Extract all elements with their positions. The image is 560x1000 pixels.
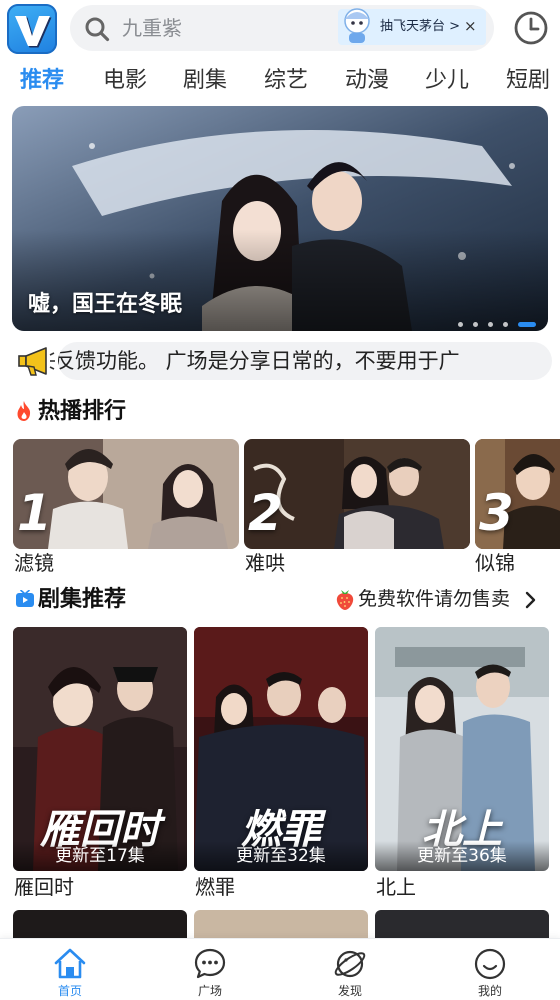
drama-section-title: 剧集推荐 xyxy=(38,587,127,612)
poster-title-1[interactable]: 雁回时 xyxy=(14,874,74,900)
bottom-navigation: 首页 广场 发现 我的 xyxy=(0,938,560,1000)
banner-dot[interactable] xyxy=(472,322,478,327)
nav-square[interactable]: 广场 xyxy=(140,939,280,1000)
nav-profile[interactable]: 我的 xyxy=(420,939,560,1000)
chevron-right-icon[interactable] xyxy=(524,590,538,610)
drama-section-note[interactable]: 免费软件请勿售卖 xyxy=(358,586,510,612)
category-tabs: 推荐 电影 剧集 综艺 动漫 少儿 短剧 xyxy=(0,62,560,102)
tab-anime[interactable]: 动漫 xyxy=(345,66,389,96)
drama-poster-1[interactable]: 雁回时 更新至17集 xyxy=(13,627,187,871)
fire-icon xyxy=(17,401,31,421)
smiley-icon xyxy=(474,948,506,980)
nav-home-label: 首页 xyxy=(57,984,82,998)
poster-title-2[interactable]: 燃罪 xyxy=(195,874,235,900)
promo-label: 抽飞天茅台 > xyxy=(380,19,461,34)
nav-square-label: 广场 xyxy=(197,984,222,998)
rank-number: 1 xyxy=(17,484,52,542)
poster-update-label: 更新至17集 xyxy=(13,841,187,871)
rank-title-2[interactable]: 难哄 xyxy=(245,550,285,576)
home-icon xyxy=(54,948,86,979)
notice-text: 反馈功能。 广场是分享日常的，不要用于广 xyxy=(58,349,460,373)
search-icon xyxy=(85,17,110,42)
poster-update-label: 更新至32集 xyxy=(194,841,368,871)
poster-update-label: 更新至36集 xyxy=(375,841,549,871)
rank-card-2[interactable]: 2 xyxy=(244,439,470,549)
notice-bar[interactable]: 反馈功能。 广场是分享日常的，不要用于广 xyxy=(0,342,560,382)
rank-number: 2 xyxy=(248,484,283,542)
tab-recommend[interactable]: 推荐 xyxy=(20,66,64,96)
rank-title-3[interactable]: 似锦 xyxy=(475,550,515,576)
chat-bubble-icon xyxy=(194,948,226,979)
poster-title-3[interactable]: 北上 xyxy=(376,874,416,900)
tab-movies[interactable]: 电影 xyxy=(103,66,147,96)
tab-variety[interactable]: 综艺 xyxy=(264,66,308,96)
tab-series[interactable]: 剧集 xyxy=(183,66,227,96)
notice-marquee: 反馈功能。 广场是分享日常的，不要用于广 xyxy=(58,342,552,380)
megaphone-icon xyxy=(18,347,55,376)
rank-number: 3 xyxy=(479,484,514,542)
rank-card-1[interactable]: 1 xyxy=(13,439,239,549)
banner-title: 嘘，国王在冬眠 xyxy=(28,292,183,317)
nav-profile-label: 我的 xyxy=(477,984,502,998)
promo-close-button[interactable]: × xyxy=(464,17,477,35)
mascot-icon xyxy=(344,8,370,43)
nav-discover[interactable]: 发现 xyxy=(280,939,420,1000)
history-clock-icon[interactable] xyxy=(513,10,549,46)
drama-poster-3[interactable]: 北上 更新至36集 xyxy=(375,627,549,871)
banner-dot-active[interactable] xyxy=(518,322,536,327)
banner-dot[interactable] xyxy=(457,322,463,327)
strawberry-icon xyxy=(336,590,354,610)
search-placeholder: 九重紫 xyxy=(122,16,182,40)
planet-icon xyxy=(334,950,366,978)
tv-icon xyxy=(16,590,34,607)
nav-home[interactable]: 首页 xyxy=(0,939,140,1000)
logo-v-icon xyxy=(15,16,52,48)
banner-dot[interactable] xyxy=(487,322,493,327)
promo-banner[interactable]: 抽飞天茅台 > × xyxy=(338,8,486,45)
banner-pagination xyxy=(453,314,536,327)
tab-kids[interactable]: 少儿 xyxy=(425,66,469,96)
app-logo[interactable] xyxy=(7,4,57,54)
top-header: 九重紫 抽飞天茅台 > × xyxy=(0,0,560,60)
nav-discover-label: 发现 xyxy=(337,984,362,998)
rank-title-1[interactable]: 滤镜 xyxy=(14,550,54,576)
tab-short-drama[interactable]: 短剧 xyxy=(506,66,550,96)
hot-ranking-title: 热播排行 xyxy=(38,399,127,424)
hero-banner[interactable]: 嘘，国王在冬眠 xyxy=(12,106,548,331)
rank-card-3[interactable]: 3 xyxy=(475,439,560,549)
drama-poster-2[interactable]: 燃罪 更新至32集 xyxy=(194,627,368,871)
banner-dot[interactable] xyxy=(502,322,508,327)
